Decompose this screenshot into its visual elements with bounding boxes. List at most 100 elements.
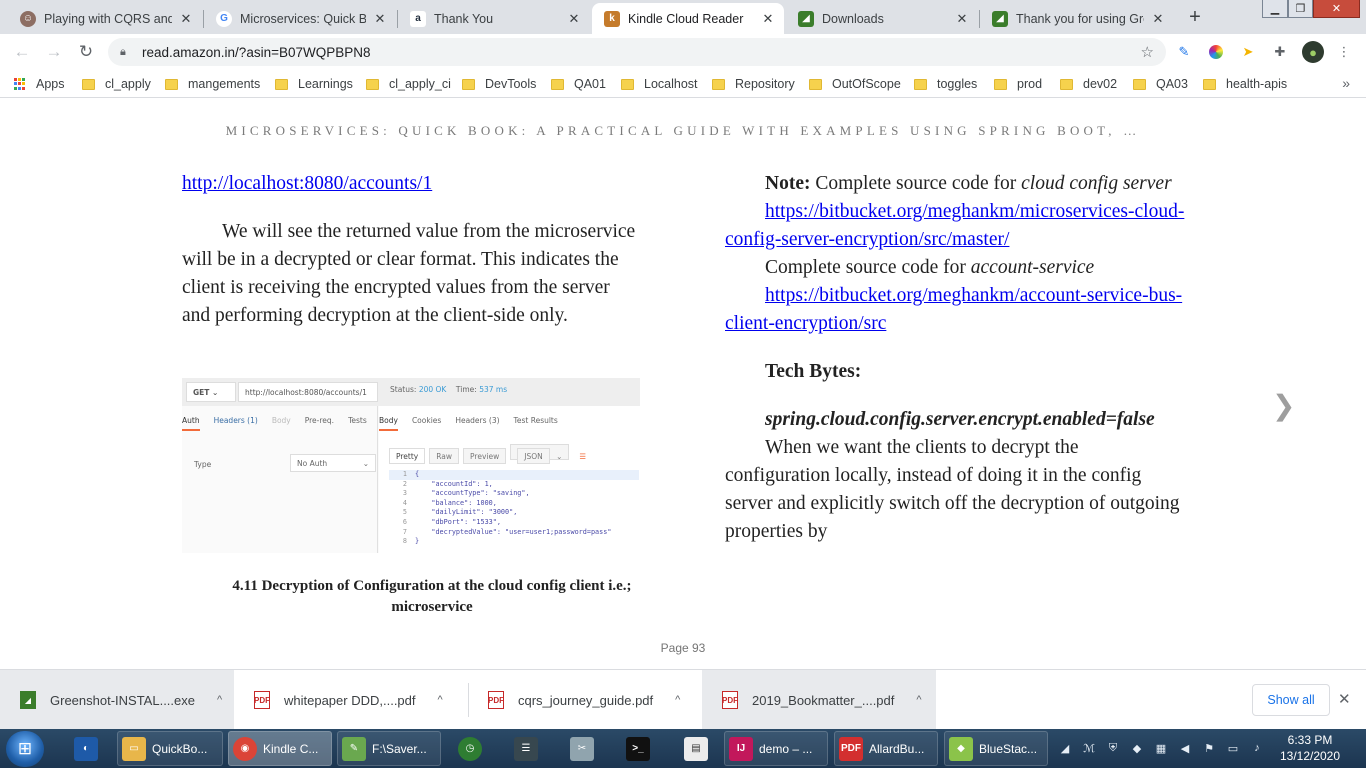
bookmark-folder-cl-apply[interactable]: cl_apply [82,76,151,92]
page-number: Page 93 [660,641,706,655]
address-bar[interactable]: 🔒︎ read.amazon.in/?asin=B07WQPBPN8 ☆ [108,38,1166,66]
close-icon[interactable]: ✕ [1338,690,1351,708]
greenshot-tray-icon[interactable]: ◢ [1058,741,1072,755]
start-button[interactable]: ⊞ [6,731,44,767]
next-page-arrow-icon[interactable]: ❯ [1272,389,1295,422]
browser-toolbar: ← → ↻ 🔒︎ read.amazon.in/?asin=B07WQPBPN8… [0,34,1366,70]
pdf-icon: PDF [488,691,504,709]
extensions-puzzle-icon[interactable]: ✚ [1271,43,1289,61]
show-all-button[interactable]: Show all [1252,684,1330,716]
bookmark-folder-qa01[interactable]: QA01 [551,76,606,92]
download-item[interactable]: PDF 2019_Bookmatter_....pdf ^ [702,670,936,730]
bookmark-folder-toggles[interactable]: toggles [914,76,977,92]
notepadpp-icon: ✎ [342,736,366,761]
cloud-config-server-link[interactable]: https://bitbucket.org/meghankm/microserv… [725,201,1184,250]
pinned-app[interactable]: ✂ [562,731,602,766]
download-item[interactable]: PDF whitepaper DDD,....pdf ^ [234,670,468,730]
flag-icon[interactable]: ⚑ [1202,741,1216,755]
folder-icon [994,78,1007,90]
chevron-down-icon: ⌄ [362,459,369,468]
account-service-link[interactable]: https://bitbucket.org/meghankm/account-s… [725,285,1182,334]
taskbar-item-notepadpp[interactable]: ✎ F:\Saver... [337,731,441,766]
close-icon[interactable]: ✕ [178,11,194,27]
window-close-button[interactable]: ✕ [1313,0,1360,18]
system-clock[interactable]: 6:33 PM 13/12/2020 [1270,732,1350,764]
new-tab-button[interactable]: + [1181,4,1209,30]
minimize-icon: ▁ [1270,3,1280,15]
pdf-icon: PDF [722,691,738,709]
download-item[interactable]: ◢ Greenshot-INSTAL....exe ^ [0,670,234,730]
reload-button[interactable]: ↻ [74,40,98,64]
bookmarks-overflow-icon[interactable]: » [1342,75,1350,91]
color-wheel-extension-icon[interactable] [1207,43,1225,61]
snipping-tool-icon: ✂ [570,736,594,761]
tab-downloads[interactable]: ◢ Downloads ✕ [786,3,978,34]
tab-thank-you[interactable]: a Thank You ✕ [398,3,590,34]
accounts-link[interactable]: http://localhost:8080/accounts/1 [182,173,432,194]
bookmark-apps[interactable]: Apps [14,76,65,92]
close-icon[interactable]: ✕ [760,11,776,27]
bookmark-folder-devtools[interactable]: DevTools [462,76,536,92]
bookmark-folder-repository[interactable]: Repository [712,76,795,92]
arrow-left-icon: ← [13,42,31,61]
tab-cqrs[interactable]: ☺ Playing with CQRS and E ✕ [8,3,202,34]
arrow-extension-icon[interactable]: ➤ [1239,43,1257,61]
tray-app-icon[interactable]: ▦ [1154,741,1168,755]
close-icon[interactable]: ✕ [954,11,970,27]
chevron-up-icon[interactable]: ^ [217,694,222,706]
bookmark-folder-health-apis[interactable]: health-apis [1203,76,1287,92]
taskbar-item-bluestacks[interactable]: ◆ BlueStac... [944,731,1048,766]
forward-button[interactable]: → [42,40,66,64]
bookmark-folder-outofscope[interactable]: OutOfScope [809,76,901,92]
bookmark-folder-mangements[interactable]: mangements [165,76,260,92]
pinned-app[interactable]: ◷ [450,731,490,766]
tray-app-icon[interactable]: ◆ [1130,741,1144,755]
pinned-app[interactable]: ◐ [64,731,108,766]
postman-status: Status: 200 OK Time: 537 ms [390,385,508,394]
lock-icon: 🔒︎ [120,45,126,58]
bookmark-folder-localhost[interactable]: Localhost [621,76,698,92]
bookmark-star-icon[interactable]: ☆ [1141,43,1154,61]
speaker-icon[interactable]: ♪ [1250,741,1264,755]
back-button[interactable]: ← [10,40,34,64]
maximize-button[interactable]: ❐ [1288,0,1313,18]
eyedropper-extension-icon[interactable]: ✎ [1175,43,1193,61]
bookmark-folder-prod[interactable]: prod [994,76,1042,92]
volume-icon[interactable]: ◀ [1178,741,1192,755]
address-url[interactable]: read.amazon.in/?asin=B07WQPBPN8 [142,45,371,60]
tab-kindle-cloud-reader[interactable]: k Kindle Cloud Reader ✕ [592,3,784,34]
bookmark-folder-dev02[interactable]: dev02 [1060,76,1117,92]
network-icon[interactable]: ▭ [1226,741,1240,755]
minimize-button[interactable]: ▁ [1262,0,1288,18]
security-shield-icon[interactable]: ⛨ [1106,741,1120,755]
chevron-up-icon[interactable]: ^ [916,694,921,706]
profile-avatar[interactable]: ● [1302,41,1324,63]
close-icon[interactable]: ✕ [372,11,388,27]
taskbar-item-kindle[interactable]: ◉ Kindle C... [228,731,332,766]
folder-icon [621,78,634,90]
menu-kebab-icon[interactable]: ⋮ [1335,43,1353,61]
download-item[interactable]: PDF cqrs_journey_guide.pdf ^ [468,670,702,730]
tab-microservices[interactable]: G Microservices: Quick Boo ✕ [204,3,396,34]
greenshot-icon: ◢ [798,10,814,27]
bluestacks-icon: ◆ [949,736,973,761]
bookmark-folder-qa03[interactable]: QA03 [1133,76,1188,92]
taskbar-item-pdf-reader[interactable]: PDF AllardBu... [834,731,938,766]
tray-app-icon[interactable]: ℳ [1082,741,1096,755]
close-icon[interactable]: ✕ [1150,11,1166,27]
pinned-app[interactable]: ▤ [674,731,718,766]
amazon-icon: a [410,10,426,27]
close-icon[interactable]: ✕ [566,11,582,27]
intellij-icon: IJ [729,736,753,761]
avatar-favicon-icon: ☺ [20,10,36,27]
bookmark-folder-cl-apply-ci[interactable]: cl_apply_ci [366,76,451,92]
note-paragraph: Note: Complete source code for cloud con… [765,173,1172,194]
bookmark-folder-learnings[interactable]: Learnings [275,76,353,92]
chevron-up-icon[interactable]: ^ [438,694,443,706]
chevron-up-icon[interactable]: ^ [675,694,680,706]
taskbar-item-intellij[interactable]: IJ demo – ... [724,731,828,766]
taskbar-item-quickbook[interactable]: ▭ QuickBo... [117,731,223,766]
pinned-app[interactable]: >_ [618,731,658,766]
pinned-app[interactable]: ☰ [506,731,546,766]
tab-greenshot-thanks[interactable]: ◢ Thank you for using Gree ✕ [980,3,1174,34]
